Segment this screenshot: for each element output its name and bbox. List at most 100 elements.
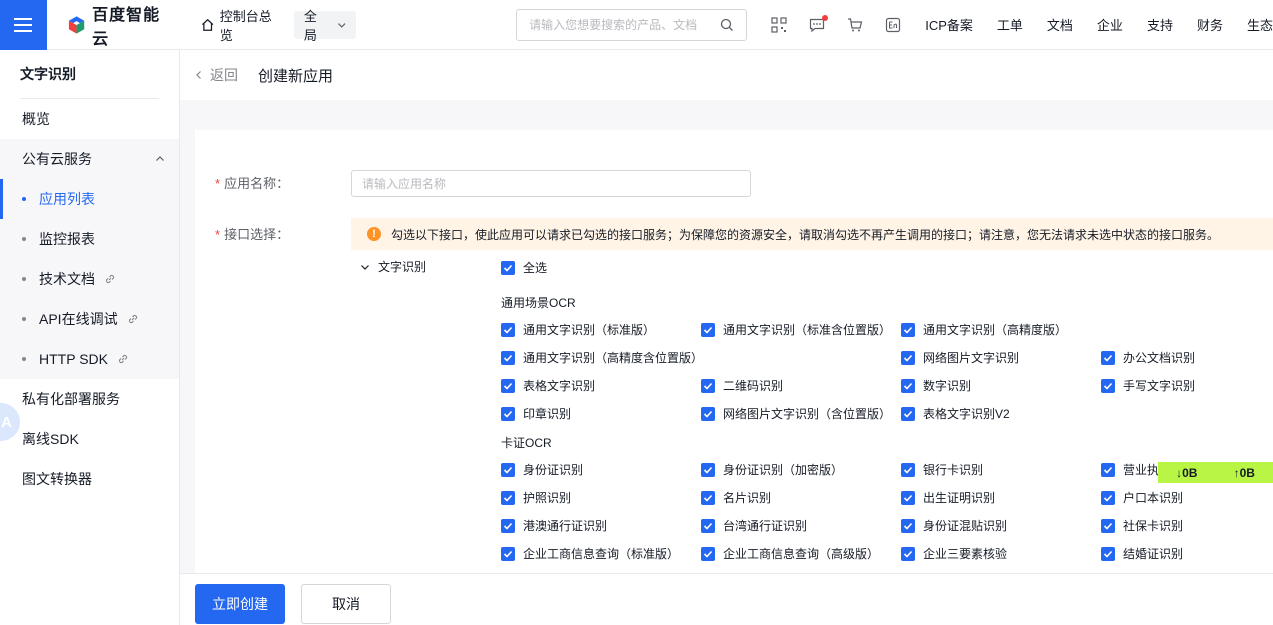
sidebar-item-converter[interactable]: 图文转换器: [0, 459, 179, 499]
select-all-checkbox[interactable]: 全选: [501, 259, 547, 276]
checkbox-checked-icon: [701, 490, 715, 505]
bullet-icon: [22, 237, 26, 241]
top-bar: 百度智能云 控制台总览 全局 ICP备案 工单 文档 企业 支持 财务 生态: [0, 0, 1273, 50]
tree-node-ocr[interactable]: 文字识别: [360, 258, 426, 275]
top-link-ticket[interactable]: 工单: [997, 15, 1023, 34]
checkbox-checked-icon: [501, 406, 515, 421]
notice-banner: ! 勾选以下接口，使此应用可以请求已勾选的接口服务；为保障您的资源安全，请取消勾…: [351, 218, 1273, 250]
checkbox-label: 网络图片文字识别: [923, 351, 1020, 365]
sidebar-item-private-deploy[interactable]: 私有化部署服务: [0, 379, 179, 419]
api-checkbox[interactable]: 网络图片文字识别: [901, 349, 1019, 366]
checkbox-checked-icon: [501, 546, 515, 561]
top-link-support[interactable]: 支持: [1147, 15, 1173, 34]
api-checkbox[interactable]: 办公文档识别: [1101, 349, 1195, 366]
checkbox-label: 手写文字识别: [1123, 379, 1196, 393]
api-checkbox[interactable]: 结婚证识别: [1101, 545, 1183, 562]
checkbox-label: 结婚证识别: [1123, 547, 1184, 561]
checkbox-label: 银行卡识别: [923, 463, 984, 477]
api-checkbox[interactable]: 表格文字识别V2: [901, 405, 1010, 422]
scope-select[interactable]: 全局: [293, 9, 357, 43]
checkbox-checked-icon: [901, 462, 915, 477]
checkbox-checked-icon: [1101, 462, 1115, 477]
api-checkbox[interactable]: 数字识别: [901, 377, 971, 394]
checkbox-checked-icon: [701, 462, 715, 477]
api-checkbox[interactable]: 通用文字识别（高精度版）: [901, 321, 1067, 338]
api-checkbox[interactable]: 通用文字识别（标准含位置版）: [701, 321, 891, 338]
checkbox-label: 通用文字识别（标准含位置版）: [723, 323, 892, 337]
app-name-input[interactable]: [351, 170, 751, 197]
sidebar-item-overview[interactable]: 概览: [0, 99, 179, 139]
top-link-ecosystem[interactable]: 生态: [1247, 15, 1273, 34]
create-button[interactable]: 立即创建: [195, 584, 285, 624]
sidebar-item-http-sdk[interactable]: HTTP SDK: [0, 339, 179, 379]
api-checkbox[interactable]: 网络图片文字识别（含位置版）: [701, 405, 891, 422]
api-checkbox[interactable]: 企业工商信息查询（高级版）: [701, 545, 879, 562]
cart-icon[interactable]: [847, 17, 863, 33]
back-button[interactable]: 返回: [194, 65, 238, 85]
top-link-docs[interactable]: 文档: [1047, 15, 1073, 34]
api-checkbox[interactable]: 企业三要素核验: [901, 545, 1007, 562]
checkbox-checked-icon: [701, 322, 715, 337]
api-checkbox[interactable]: 通用文字识别（标准版）: [501, 321, 655, 338]
checkbox-label: 表格文字识别V2: [923, 407, 1010, 421]
api-checkbox[interactable]: 营业执: [1101, 461, 1159, 478]
sidebar-title: 文字识别: [20, 50, 159, 99]
top-link-icp[interactable]: ICP备案: [925, 15, 973, 34]
upload-speed: ↑0B: [1233, 465, 1255, 480]
sidebar-item-label: HTTP SDK: [39, 351, 108, 367]
checkbox-checked-icon: [901, 322, 915, 337]
api-checkbox[interactable]: 身份证识别: [501, 461, 583, 478]
api-checkbox[interactable]: 名片识别: [701, 489, 771, 506]
sidebar-item-offline-sdk[interactable]: 离线SDK: [0, 419, 179, 459]
sidebar-group-head[interactable]: 公有云服务: [0, 139, 179, 179]
top-link-finance[interactable]: 财务: [1197, 15, 1223, 34]
baidu-cloud-logo-icon: [68, 15, 85, 34]
sidebar-item-monitor[interactable]: 监控报表: [0, 219, 179, 259]
search-icon[interactable]: [720, 18, 734, 32]
checkbox-checked-icon: [901, 406, 915, 421]
home-icon: [202, 18, 214, 31]
checkbox-label: 企业三要素核验: [923, 547, 1008, 561]
checkbox-label: 身份证识别（加密版）: [723, 463, 844, 477]
checkbox-label: 网络图片文字识别（含位置版）: [723, 407, 892, 421]
brand-logo[interactable]: 百度智能云: [67, 1, 173, 49]
top-icon-group: [771, 14, 901, 33]
download-speed: ↓0B: [1176, 465, 1198, 480]
api-checkbox[interactable]: 印章识别: [501, 405, 571, 422]
notification-dot: [822, 14, 829, 21]
sidebar-item-tech-docs[interactable]: 技术文档: [0, 259, 179, 299]
cancel-button[interactable]: 取消: [301, 584, 391, 624]
api-checkbox[interactable]: 护照识别: [501, 489, 571, 506]
console-overview-link[interactable]: 控制台总览: [201, 6, 282, 44]
api-checkbox[interactable]: 身份证识别（加密版）: [701, 461, 843, 478]
api-checkbox[interactable]: 社保卡识别: [1101, 517, 1183, 534]
api-checkbox[interactable]: 台湾通行证识别: [701, 517, 807, 534]
api-checkbox[interactable]: 港澳通行证识别: [501, 517, 607, 534]
checkbox-checked-icon: [901, 378, 915, 393]
api-checkbox[interactable]: 表格文字识别: [501, 377, 595, 394]
checkbox-checked-icon: [501, 350, 515, 365]
api-checkbox[interactable]: 二维码识别: [701, 377, 783, 394]
brand-name: 百度智能云: [92, 6, 161, 48]
api-checkbox[interactable]: 身份证混贴识别: [901, 517, 1007, 534]
language-icon[interactable]: [885, 17, 901, 33]
api-checkbox[interactable]: 出生证明识别: [901, 489, 995, 506]
api-checkbox[interactable]: 通用文字识别（高精度含位置版）: [501, 349, 703, 366]
sidebar-item-api-debug[interactable]: API在线调试: [0, 299, 179, 339]
api-checkbox[interactable]: 户口本识别: [1101, 489, 1183, 506]
sidebar-item-app-list[interactable]: 应用列表: [0, 179, 179, 219]
checkbox-checked-icon: [701, 406, 715, 421]
checkbox-checked-icon: [901, 546, 915, 561]
message-icon[interactable]: [809, 14, 829, 33]
checkbox-checked-icon: [901, 518, 915, 533]
search-input[interactable]: [529, 17, 720, 32]
menu-icon[interactable]: [0, 0, 47, 50]
sidebar-item-label: 应用列表: [39, 191, 95, 207]
api-checkbox[interactable]: 银行卡识别: [901, 461, 983, 478]
checkbox-label: 企业工商信息查询（标准版）: [523, 547, 680, 561]
top-link-enterprise[interactable]: 企业: [1097, 15, 1123, 34]
qrcode-icon[interactable]: [771, 16, 787, 33]
api-checkbox[interactable]: 手写文字识别: [1101, 377, 1195, 394]
global-search[interactable]: [516, 8, 748, 41]
api-checkbox[interactable]: 企业工商信息查询（标准版）: [501, 545, 679, 562]
